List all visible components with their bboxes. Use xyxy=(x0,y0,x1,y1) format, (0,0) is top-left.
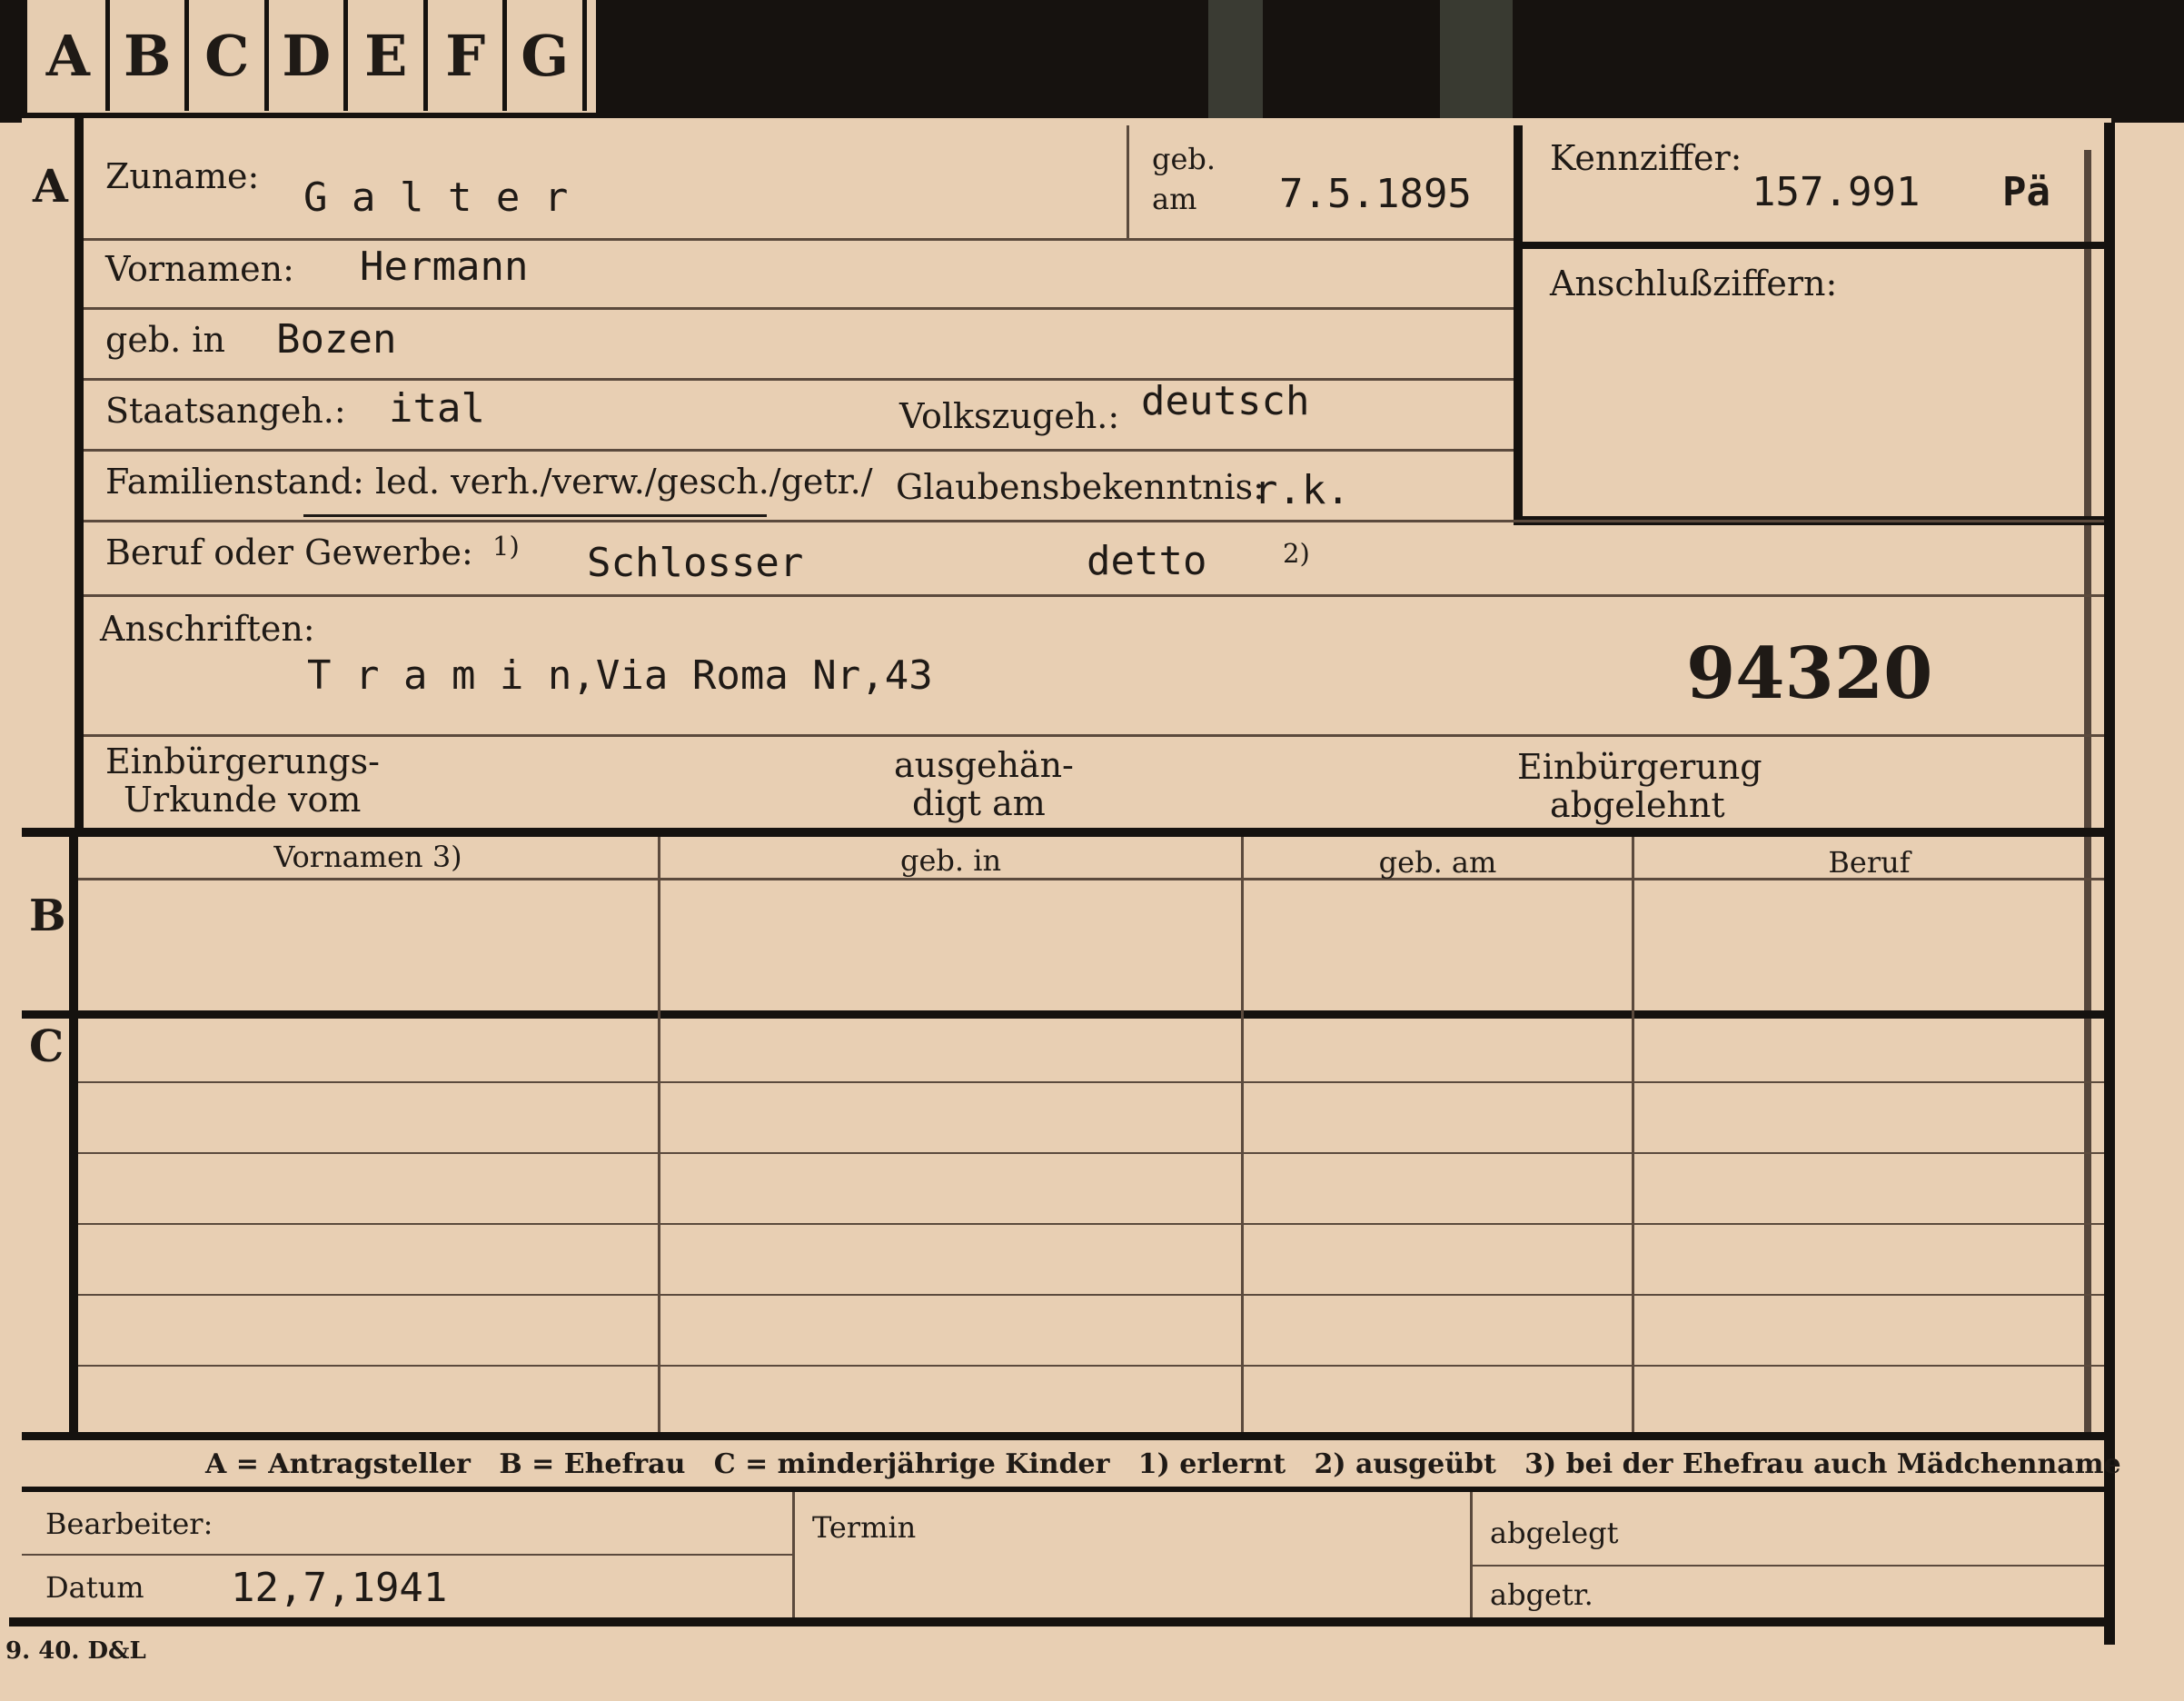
tab-d[interactable]: D xyxy=(270,0,348,111)
kennziffer-value: 157.991 xyxy=(1752,169,1921,215)
kennziffer-suffix: Pä xyxy=(2002,169,2050,215)
rule xyxy=(84,520,2104,522)
rule xyxy=(84,238,1514,241)
vornamen-value: Hermann xyxy=(360,244,529,290)
footer-divider xyxy=(792,1492,795,1617)
glaubens-value: r.k. xyxy=(1254,467,1350,513)
familienstand-label: Familienstand: led. verh./verw./gesch./g… xyxy=(105,462,873,502)
footer-rule xyxy=(1473,1565,2104,1567)
abgelegt-label: abgelegt xyxy=(1490,1516,1619,1550)
legend-bottom xyxy=(22,1487,2104,1492)
geb-label: geb. xyxy=(1152,142,1216,176)
section-letter-c: C xyxy=(29,1021,65,1072)
abgelehnt-label-2: abgelehnt xyxy=(1550,785,1725,825)
top-band-streak xyxy=(1208,0,1263,123)
frame-bottom xyxy=(9,1617,2115,1626)
strike-mark xyxy=(303,514,767,517)
rule xyxy=(84,307,1514,310)
beruf-sup1: 1) xyxy=(492,531,520,562)
ausgeh-label-1: ausgehän- xyxy=(894,745,1074,785)
rule xyxy=(84,734,2104,737)
section-letter-a: A xyxy=(33,159,68,213)
vornamen-label: Vornamen: xyxy=(105,249,294,289)
glaubens-label: Glaubensbekenntnis: xyxy=(896,467,1265,507)
abgelehnt-label-1: Einbürgerung xyxy=(1517,747,1762,787)
section-c-bottom xyxy=(22,1432,2104,1440)
kennziffer-box-divider xyxy=(1523,242,2104,249)
col-divider xyxy=(1632,837,1634,1432)
frame-left-bc xyxy=(69,832,78,1437)
printer-mark: 9. 40. D&L xyxy=(5,1637,146,1665)
volkszugeh-value: deutsch xyxy=(1141,378,1310,424)
beruf-sup2: 2) xyxy=(1283,538,1310,569)
volkszugeh-label: Volkszugeh.: xyxy=(899,396,1120,436)
geb-divider xyxy=(1127,125,1129,238)
datum-value: 12,7,1941 xyxy=(231,1565,448,1611)
col-header-gebam: geb. am xyxy=(1378,845,1497,880)
abgetr-label: abgetr. xyxy=(1490,1577,1593,1612)
termin-label: Termin xyxy=(812,1510,917,1545)
kennziffer-box-left xyxy=(1514,125,1523,525)
einb-label-1: Einbürgerungs- xyxy=(105,741,380,781)
tab-g[interactable]: G xyxy=(508,0,587,111)
am-label: am xyxy=(1152,182,1197,216)
section-b-bottom xyxy=(22,1010,2104,1019)
gebin-value: Bozen xyxy=(276,316,397,363)
c-row-rule xyxy=(78,1365,2104,1367)
section-a-bottom xyxy=(22,828,2104,837)
col-header-beruf: Beruf xyxy=(1828,845,1911,880)
anschriften-label: Anschriften: xyxy=(100,609,315,649)
zuname-label: Zuname: xyxy=(105,156,260,196)
tab-f[interactable]: F xyxy=(429,0,507,111)
c-row-rule xyxy=(78,1223,2104,1225)
zuname-value: G a l t e r xyxy=(303,174,569,221)
beruf-value-2: detto xyxy=(1087,538,1207,584)
anschluss-label: Anschlußziffern: xyxy=(1550,264,1838,303)
col-divider xyxy=(1241,837,1244,1432)
top-band-streak xyxy=(1440,0,1513,123)
c-row-rule xyxy=(78,1294,2104,1296)
geb-date-value: 7.5.1895 xyxy=(1279,171,1472,217)
beruf-value-1: Schlosser xyxy=(587,540,804,586)
footer-rule xyxy=(22,1554,792,1556)
tab-b[interactable]: B xyxy=(111,0,189,111)
frame-right xyxy=(2104,123,2115,1645)
staatsangeh-label: Staatsangeh.: xyxy=(105,391,346,431)
c-row-rule xyxy=(78,1081,2104,1083)
frame-right-inner xyxy=(2084,150,2091,1440)
frame-left-a xyxy=(74,118,84,832)
c-row-rule xyxy=(78,1152,2104,1154)
legend-text: A = Antragsteller B = Ehefrau C = minder… xyxy=(205,1448,2121,1480)
section-letter-b: B xyxy=(29,890,66,941)
beruf-label: Beruf oder Gewerbe: xyxy=(105,532,473,572)
tab-e[interactable]: E xyxy=(349,0,428,111)
staatsangeh-value: ital xyxy=(389,385,485,432)
tab-a[interactable]: A xyxy=(31,0,110,111)
col-header-gebin: geb. in xyxy=(899,843,1002,878)
gebin-label: geb. in xyxy=(105,320,225,360)
rule xyxy=(84,594,2104,597)
col-divider xyxy=(658,837,660,1432)
footer-divider xyxy=(1470,1492,1473,1617)
datum-label: Datum xyxy=(45,1570,144,1605)
tab-c[interactable]: C xyxy=(190,0,269,111)
kennziffer-label: Kennziffer: xyxy=(1550,138,1742,178)
einb-label-2: Urkunde vom xyxy=(124,780,362,820)
anschriften-number: 94320 xyxy=(1686,632,1933,715)
rule xyxy=(84,449,1514,452)
anschriften-value: T r a m i n,Via Roma Nr,43 xyxy=(307,652,933,699)
ausgeh-label-2: digt am xyxy=(912,783,1046,823)
bearbeiter-label: Bearbeiter: xyxy=(45,1507,213,1541)
col-header-vornamen: Vornamen 3) xyxy=(273,840,462,874)
